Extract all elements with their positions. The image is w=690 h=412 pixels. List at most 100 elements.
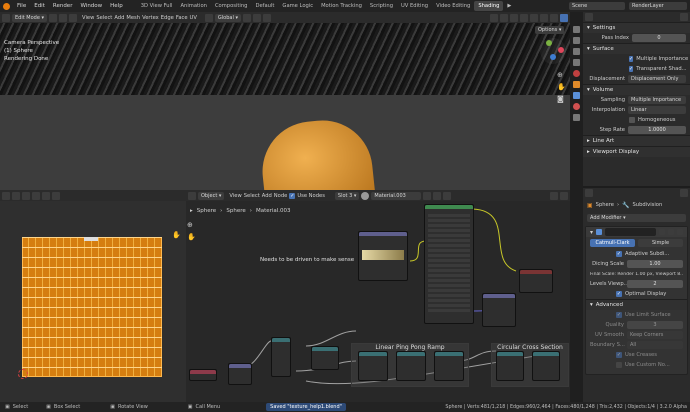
tab-game-logic[interactable]: Game Logic [278,1,317,11]
object-tab-icon[interactable] [573,81,580,88]
view-layer-selector[interactable]: RenderLayer [629,2,687,10]
menu-window[interactable]: Window [76,3,106,9]
gizmo-y-axis[interactable] [546,40,552,46]
texture-tab-icon[interactable] [573,114,580,121]
pass-index-field[interactable]: 0 [632,34,686,42]
unlink-material-icon[interactable] [443,191,452,200]
math-node-1[interactable] [271,337,291,377]
menu-select[interactable]: Select [96,15,112,21]
tab-motion-tracking[interactable]: Motion Tracking [317,1,366,11]
edge-select-icon[interactable] [59,13,68,22]
uv-pan-hand-icon[interactable]: ✋ [172,231,181,239]
zoom-icon[interactable]: ⊕ [557,71,563,79]
gizmo-z-axis[interactable] [550,54,556,60]
separate-xyz-node[interactable] [228,363,252,385]
node-menu-add[interactable]: Add [262,193,272,199]
use-nodes-checkbox[interactable]: ✓ [289,192,296,199]
pin-icon-2[interactable] [680,189,688,197]
math-node-7[interactable] [532,351,560,381]
tab-simple[interactable]: Simple [638,239,683,247]
advanced-section[interactable]: ▾ Advanced [586,299,687,310]
menu-face[interactable]: Face [176,15,188,21]
expand-icon[interactable]: ▾ [590,229,593,236]
scene-tab-icon[interactable] [573,59,580,66]
add-modifier-button[interactable]: Add Modifier ▾ [587,214,686,222]
dicing-field[interactable]: 1.00 [627,260,683,268]
mode-selector[interactable]: Edit Mode ▾ [12,13,48,22]
properties-editor-icon-2[interactable] [585,189,593,197]
color-ramp-node[interactable] [358,231,408,281]
use-limit-checkbox[interactable]: ✓ [616,312,622,318]
tab-scripting[interactable]: Scripting [366,1,397,11]
math-node-6[interactable] [496,351,524,381]
viewport-toggle-icon[interactable] [668,229,674,235]
uv-edge-icon[interactable] [32,191,40,200]
shading-rendered-icon[interactable] [560,13,568,22]
transform-orientation-icon[interactable] [204,13,213,22]
material-selector[interactable]: Material.003 [371,191,422,200]
use-custom-checkbox[interactable] [616,362,622,368]
camera-icon[interactable]: ◙ [557,95,564,103]
transform-orientation[interactable]: Global ▾ [214,13,241,22]
uv-cursor-icon[interactable] [18,369,28,379]
output-tab-icon[interactable] [573,48,580,55]
step-rate-field[interactable]: 1.0000 [628,126,686,134]
material-output-node[interactable] [519,269,553,293]
editmode-toggle-icon[interactable] [659,229,665,235]
modifier-tab-icon[interactable] [573,92,580,99]
math-node-5[interactable] [434,351,464,381]
tab-video-editing[interactable]: Video Editing [432,1,474,11]
3d-viewport[interactable]: Camera Perspective (1) Sphere Rendering … [0,23,570,190]
volume-section[interactable]: ▾ Volume [583,84,690,95]
viewport-display-section[interactable]: ▸ Viewport Display [583,146,690,157]
uv-smooth-dropdown[interactable]: Keep Corners [627,331,683,339]
node-editor[interactable]: ▸ Sphere › Sphere › Material.003 Needs t… [186,201,570,402]
surface-section[interactable]: ▾ Surface [583,43,690,54]
node-menu-select[interactable]: Select [244,193,260,199]
blender-logo-icon[interactable] [3,2,10,10]
uv-vertex-icon[interactable] [22,191,30,200]
snap-node-icon[interactable] [550,191,558,200]
settings-section[interactable]: ▾ Settings [583,22,690,33]
uv-editor-type-icon[interactable] [2,191,10,200]
shading-material-icon[interactable] [550,13,558,22]
uv-face-icon[interactable] [42,191,50,200]
math-node-3[interactable] [358,351,388,381]
render-toggle-icon[interactable] [677,229,683,235]
overlay-icon[interactable] [510,13,518,22]
node-editor-type-icon[interactable] [188,191,196,200]
pan-hand-icon[interactable]: ✋ [557,83,566,91]
tab-catmull-clark[interactable]: Catmull-Clark [590,239,635,247]
node-menu-view[interactable]: View [229,193,241,199]
editor-type-icon[interactable] [2,13,10,22]
use-creases-checkbox[interactable]: ✓ [616,352,622,358]
optimal-checkbox[interactable]: ✓ [616,291,622,297]
slot-dropdown[interactable]: Slot 3 ▾ [334,191,360,200]
interpolation-dropdown[interactable]: Linear [628,106,686,114]
duplicate-material-icon[interactable] [433,191,442,200]
pivot-icon[interactable] [242,13,251,22]
pin-icon[interactable] [680,13,688,21]
menu-edge[interactable]: Edge [161,15,174,21]
menu-render[interactable]: Render [49,3,77,9]
visibility-icon[interactable] [490,13,498,22]
uv-map-node[interactable] [189,369,217,381]
tab-more-icon[interactable]: ▶ [503,1,515,11]
shader-type-dropdown[interactable]: Object ▾ [198,191,225,200]
tool-tab-icon[interactable] [573,26,580,33]
shading-wire-icon[interactable] [530,13,538,22]
tab-default[interactable]: Default [251,1,278,11]
tab-3d-view-full[interactable]: 3D View Full [137,1,177,11]
node-overlay-icon[interactable] [560,191,568,200]
vertex-select-icon[interactable] [49,13,58,22]
boundary-dropdown[interactable]: All [627,341,683,349]
adaptive-checkbox[interactable]: ✓ [616,251,622,257]
shading-solid-icon[interactable] [540,13,548,22]
homogeneous-checkbox[interactable] [629,117,635,123]
properties-editor-icon[interactable] [585,13,593,21]
uv-editor[interactable]: ✋ [0,201,186,402]
render-tab-icon[interactable] [573,37,580,44]
subdivision-icon[interactable] [596,229,603,235]
tab-animation[interactable]: Animation [176,1,210,11]
gizmo-x-axis[interactable] [558,47,564,53]
